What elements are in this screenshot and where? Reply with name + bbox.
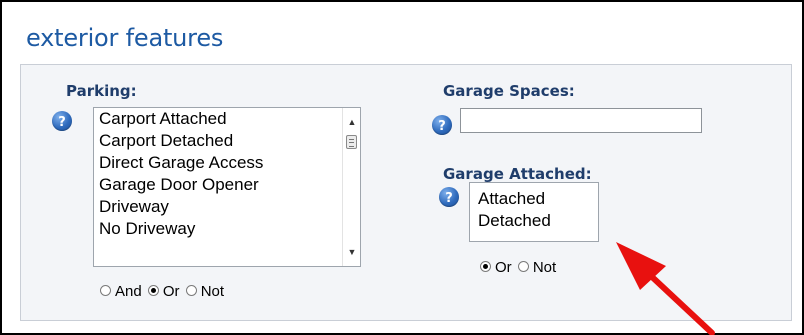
red-annotation-arrow-icon: [616, 242, 715, 335]
